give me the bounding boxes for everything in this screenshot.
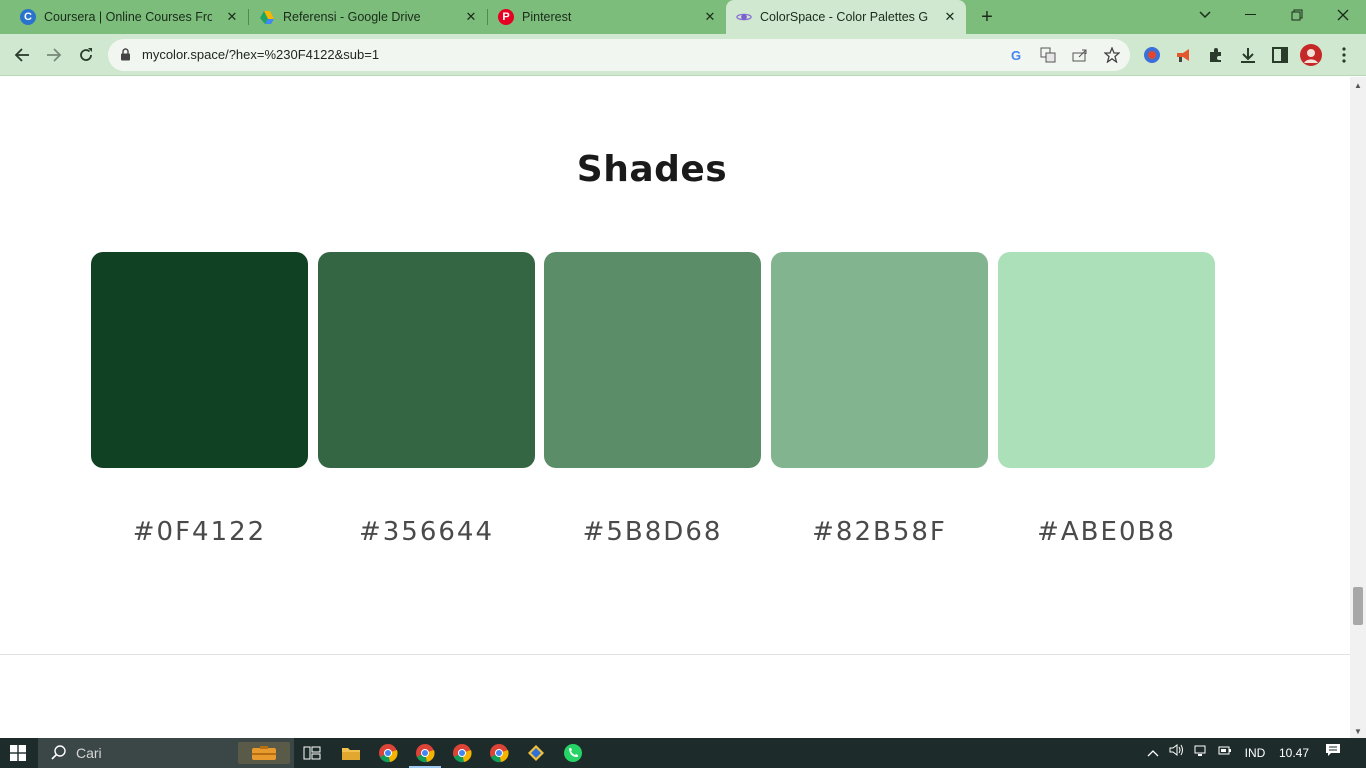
address-bar[interactable]: mycolor.space/?hex=%230F4122&sub=1 G [108,39,1130,71]
windows-start-icon[interactable] [10,745,26,761]
network-icon[interactable] [1193,738,1211,768]
tray-expand-icon[interactable] [1144,738,1162,768]
chrome-profile-2-icon[interactable] [487,742,511,764]
coursera-icon: C [20,9,36,25]
tab-title: ColorSpace - Color Palettes Gen [760,10,928,24]
side-panel-icon[interactable] [1269,44,1291,66]
app-diamond-icon[interactable] [524,742,548,764]
task-view-icon[interactable] [300,742,324,764]
windows-taskbar: Cari IND 10.47 [0,738,1366,768]
extension-orb-icon[interactable] [1141,44,1163,66]
whatsapp-icon[interactable] [561,742,585,764]
tab-title: Referensi - Google Drive [283,10,421,24]
bookmark-star-icon[interactable] [1102,45,1122,65]
extensions-puzzle-icon[interactable] [1205,44,1227,66]
tab-title: Coursera | Online Courses From [44,10,212,24]
chrome-profile-icon[interactable] [450,742,474,764]
clock[interactable]: 10.47 [1274,738,1314,768]
scroll-up-arrow-icon[interactable]: ▲ [1354,81,1362,90]
file-explorer-icon[interactable] [339,742,363,764]
colorspace-icon [736,9,752,25]
google-drive-icon [259,9,275,25]
lock-icon[interactable] [120,48,131,66]
taskbar-search[interactable]: Cari [38,738,294,768]
shade-hex-label[interactable]: #82B58F [771,517,988,547]
shade-swatch[interactable] [998,252,1215,468]
scroll-thumb[interactable] [1353,587,1363,625]
tab-colorspace[interactable]: ColorSpace - Color Palettes Gen ✕ [726,0,966,34]
power-icon[interactable] [1216,738,1234,768]
shade-hex-label[interactable]: #ABE0B8 [998,517,1215,547]
reload-button[interactable] [73,42,99,68]
close-icon[interactable]: ✕ [224,9,240,25]
shade-hex-label[interactable]: #0F4122 [91,517,308,547]
shades-heading: Shades [576,149,728,190]
forward-button[interactable] [41,42,67,68]
chrome-icon[interactable] [376,742,400,764]
back-button[interactable] [9,42,35,68]
page-content: Shades #0F4122 #356644 #5B8D68 #82B58F #… [0,77,1350,738]
shade-swatch[interactable] [544,252,761,468]
tab-search-button[interactable] [1182,0,1228,30]
shade-swatch[interactable] [318,252,535,468]
close-icon[interactable]: ✕ [702,9,718,25]
volume-icon[interactable] [1168,738,1186,768]
download-icon[interactable] [1237,44,1259,66]
tab-strip: C Coursera | Online Courses From ✕ Refer… [0,0,1366,34]
scroll-down-arrow-icon[interactable]: ▼ [1354,727,1362,736]
browser-menu-icon[interactable] [1333,44,1355,66]
chrome-active-icon[interactable] [409,742,441,768]
restore-button[interactable] [1274,0,1320,30]
megaphone-extension-icon[interactable] [1173,44,1195,66]
minimize-button[interactable] [1228,0,1274,30]
tab-coursera[interactable]: C Coursera | Online Courses From ✕ [0,0,248,34]
tab-pinterest[interactable]: P Pinterest ✕ [488,0,726,34]
shade-hex-label[interactable]: #356644 [318,517,535,547]
share-icon[interactable] [1070,45,1090,65]
tab-google-drive[interactable]: Referensi - Google Drive ✕ [249,0,487,34]
profile-avatar[interactable] [1300,44,1322,66]
url-text[interactable]: mycolor.space/?hex=%230F4122&sub=1 [142,39,379,71]
browser-toolbar: mycolor.space/?hex=%230F4122&sub=1 G [0,34,1366,76]
close-icon[interactable]: ✕ [463,9,479,25]
notification-icon[interactable] [1322,738,1344,768]
close-window-button[interactable] [1320,0,1366,30]
search-placeholder: Cari [76,745,102,761]
vertical-scrollbar[interactable]: ▲ ▼ [1350,77,1366,738]
language-indicator[interactable]: IND [1240,738,1270,768]
search-icon [50,744,68,767]
shade-hex-label[interactable]: #5B8D68 [544,517,761,547]
new-tab-button[interactable]: + [976,6,998,28]
close-icon[interactable]: ✕ [942,9,958,25]
search-highlight-icon[interactable] [238,742,290,764]
section-divider [0,654,1350,655]
google-lens-icon[interactable]: G [1006,45,1026,65]
translate-icon[interactable] [1038,45,1058,65]
shade-swatch[interactable] [91,252,308,468]
shade-swatch[interactable] [771,252,988,468]
pinterest-icon: P [498,9,514,25]
tab-title: Pinterest [522,10,572,24]
